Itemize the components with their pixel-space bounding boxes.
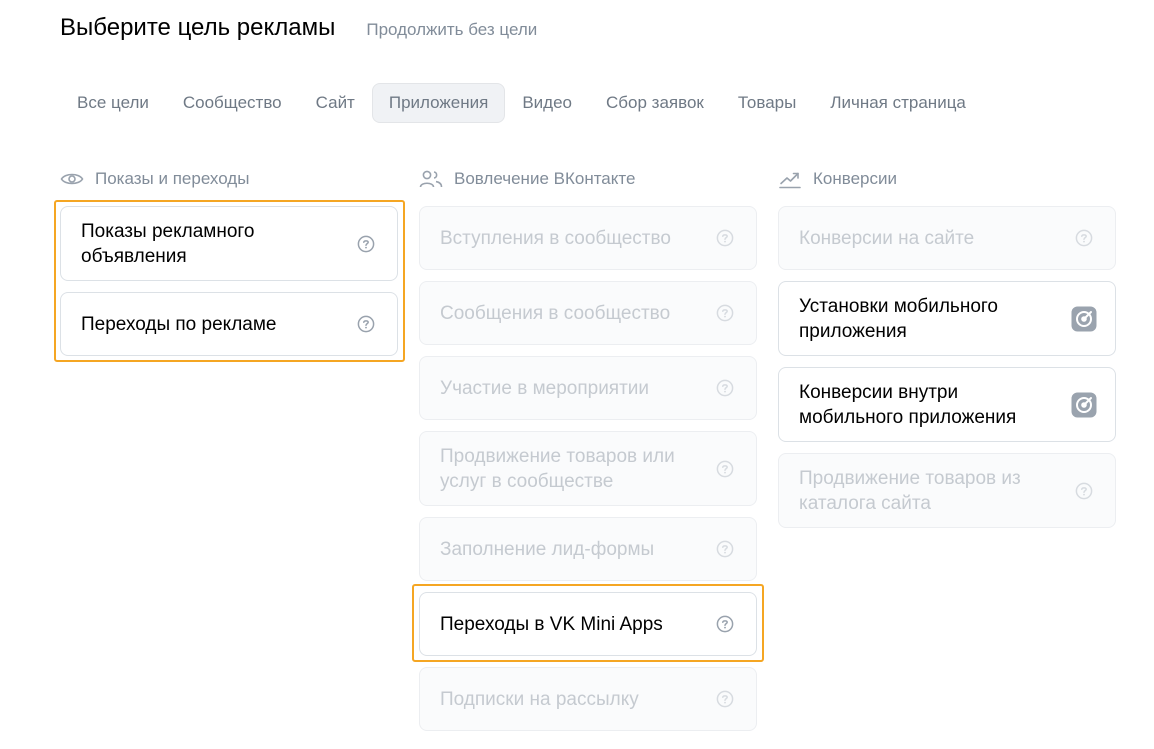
column-header: Показы и переходы	[60, 168, 398, 190]
goal-card-ad-impressions[interactable]: Показы рекламного объявления	[60, 206, 398, 281]
trend-up-icon	[778, 168, 804, 190]
tab-community[interactable]: Сообщество	[166, 83, 299, 123]
goal-card-label: Заполнение лид-формы	[440, 538, 655, 560]
tracker-icon	[1071, 306, 1097, 332]
goal-card-label: Участие в мероприятии	[440, 377, 650, 399]
goal-card-newsletter-subscriptions: Подписки на рассылку	[419, 667, 757, 731]
goal-card-label: Конверсии внутри мобильного приложения	[799, 381, 1017, 428]
column-vk-engagement: Вовлечение ВКонтакте Вступления в сообще…	[419, 168, 757, 742]
help-icon	[716, 540, 734, 558]
page-title: Выберите цель рекламы	[60, 14, 336, 41]
tab-all-goals[interactable]: Все цели	[60, 83, 166, 123]
goal-card-in-app-conversions[interactable]: Конверсии внутри мобильного приложения	[778, 367, 1116, 442]
help-icon[interactable]	[357, 315, 375, 333]
goal-card-label: Переходы по рекламе	[81, 313, 277, 335]
goal-card-label: Установки мобильного приложения	[799, 295, 998, 342]
column-impressions-clicks: Показы и переходы Показы рекламного объя…	[60, 168, 398, 367]
goal-category-tabs: Все цели Сообщество Сайт Приложения Виде…	[60, 83, 983, 123]
column-conversions: Конверсии Конверсии на сайте Установки м…	[778, 168, 1116, 539]
goal-card-label: Переходы в VK Mini Apps	[440, 613, 663, 635]
users-icon	[419, 168, 445, 190]
column-title: Показы и переходы	[95, 169, 250, 188]
goal-card-vk-mini-apps[interactable]: Переходы в VK Mini Apps	[419, 592, 757, 656]
help-icon	[1075, 482, 1093, 500]
column-title: Конверсии	[813, 169, 897, 188]
goal-card-community-messages: Сообщения в сообщество	[419, 281, 757, 345]
column-title: Вовлечение ВКонтакте	[454, 169, 636, 188]
goal-card-label: Продвижение товаров или услуг в сообщест…	[440, 445, 675, 492]
goal-card-label: Конверсии на сайте	[799, 227, 975, 249]
goal-card-event-participation: Участие в мероприятии	[419, 356, 757, 420]
help-icon[interactable]	[716, 615, 734, 633]
goal-card-label: Показы рекламного объявления	[81, 220, 255, 267]
goal-card-label: Подписки на рассылку	[440, 688, 639, 710]
help-icon	[716, 690, 734, 708]
goal-card-ad-clicks[interactable]: Переходы по рекламе	[60, 292, 398, 356]
tracker-icon	[1071, 392, 1097, 418]
goal-card-community-products: Продвижение товаров или услуг в сообщест…	[419, 431, 757, 506]
help-icon[interactable]	[357, 235, 375, 253]
tab-lead-collection[interactable]: Сбор заявок	[589, 83, 721, 123]
eye-icon	[60, 168, 86, 190]
goal-card-lead-form: Заполнение лид-формы	[419, 517, 757, 581]
goal-card-site-conversions: Конверсии на сайте	[778, 206, 1116, 270]
goal-card-app-installs[interactable]: Установки мобильного приложения	[778, 281, 1116, 356]
goal-card-label: Продвижение товаров из каталога сайта	[799, 467, 1021, 514]
page-header: Выберите цель рекламы Продолжить без цел…	[60, 14, 537, 42]
goal-card-catalog-products: Продвижение товаров из каталога сайта	[778, 453, 1116, 528]
help-icon	[716, 229, 734, 247]
help-icon	[716, 379, 734, 397]
help-icon	[1075, 229, 1093, 247]
goal-card-community-joins: Вступления в сообщество	[419, 206, 757, 270]
tab-video[interactable]: Видео	[505, 83, 589, 123]
goal-card-label: Сообщения в сообщество	[440, 302, 671, 324]
column-header: Вовлечение ВКонтакте	[419, 168, 757, 190]
tab-site[interactable]: Сайт	[299, 83, 372, 123]
help-icon	[716, 460, 734, 478]
goal-card-label: Вступления в сообщество	[440, 227, 671, 249]
column-header: Конверсии	[778, 168, 1116, 190]
continue-without-goal-link[interactable]: Продолжить без цели	[366, 20, 537, 40]
help-icon	[716, 304, 734, 322]
tab-apps[interactable]: Приложения	[371, 83, 506, 123]
tab-personal-page[interactable]: Личная страница	[813, 83, 983, 123]
tab-products[interactable]: Товары	[721, 83, 813, 123]
